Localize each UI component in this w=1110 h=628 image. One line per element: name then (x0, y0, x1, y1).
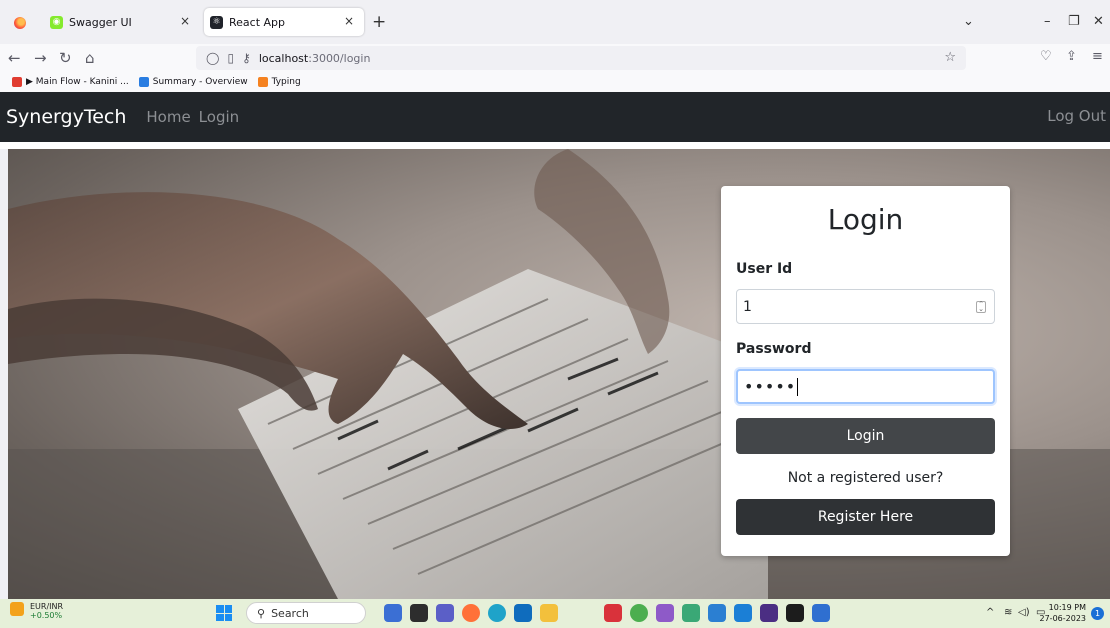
password-input[interactable]: ••••• (736, 369, 995, 404)
shield-icon[interactable]: ◯ (206, 51, 219, 65)
key-icon[interactable]: ⚷ (242, 51, 251, 65)
teams-chat-icon[interactable] (436, 604, 454, 622)
pocket-icon[interactable]: ♡ (1040, 49, 1052, 64)
forward-icon[interactable]: → (34, 49, 47, 67)
url-host: localhost (258, 51, 309, 65)
search-icon: ⚲ (257, 606, 266, 620)
bookmarks-bar: ▶ Main Flow - Kanini ... Summary - Overv… (0, 72, 1110, 92)
login-button[interactable]: Login (736, 418, 995, 454)
brand-logo[interactable]: SynergyTech (6, 106, 126, 128)
share-icon[interactable]: ⇪ (1066, 49, 1077, 64)
task-view-icon[interactable] (410, 604, 428, 622)
restore-icon[interactable]: ❐ (1068, 14, 1080, 29)
number-spinner-icon[interactable]: ⌃ ⌄ (976, 301, 986, 313)
bookmark-icon (12, 77, 22, 87)
firefox-taskbar-icon[interactable] (462, 604, 480, 622)
bookmark-summary-overview[interactable]: Summary - Overview (138, 77, 248, 87)
clock[interactable]: 10:19 PM 27-06-2023 (1040, 602, 1087, 624)
bookmark-label: Typing (271, 77, 301, 87)
close-tab-icon[interactable]: × (180, 14, 190, 28)
nav-link-home[interactable]: Home (146, 108, 190, 126)
login-card: Login User Id 1 ⌃ ⌄ Password ••••• Login … (721, 186, 1010, 556)
new-tab-button[interactable]: + (372, 12, 386, 32)
home-icon[interactable]: ⌂ (85, 49, 95, 67)
reload-icon[interactable]: ↻ (59, 49, 72, 67)
windows-taskbar: EUR/INR +0.50% ⚲ Search ^ ≋ ◁) ▭ 10:19 P… (0, 599, 1110, 628)
register-button[interactable]: Register Here (736, 499, 995, 535)
currency-widget[interactable]: EUR/INR +0.50% (10, 602, 63, 620)
close-window-icon[interactable]: ✕ (1093, 14, 1104, 29)
close-tab-icon[interactable]: × (344, 14, 354, 28)
bookmark-icon (138, 77, 149, 87)
command-prompt-icon[interactable] (786, 604, 804, 622)
bookmark-label: ▶ Main Flow - Kanini ... (26, 77, 129, 87)
back-icon[interactable]: ← (8, 49, 21, 67)
not-registered-text: Not a registered user? (787, 470, 944, 486)
user-id-label: User Id (736, 261, 793, 277)
notepad-icon[interactable] (708, 604, 726, 622)
bookmark-star-icon[interactable]: ☆ (944, 50, 956, 65)
windows-start-icon[interactable] (216, 605, 232, 621)
volume-icon[interactable]: ◁) (1018, 607, 1030, 618)
bookmark-typing[interactable]: Typing (257, 77, 301, 87)
react-favicon-icon: ⚛ (210, 15, 223, 29)
vscode-icon[interactable] (734, 604, 752, 622)
text-cursor (797, 377, 799, 396)
terminal-purple-icon[interactable] (760, 604, 778, 622)
menu-icon[interactable]: ≡ (1092, 49, 1103, 64)
firefox-icon[interactable] (14, 17, 26, 29)
password-value: ••••• (744, 377, 797, 396)
minimize-icon[interactable]: – (1044, 14, 1051, 29)
clock-date: 27-06-2023 (1039, 614, 1087, 623)
currency-icon (10, 602, 24, 616)
search-placeholder: Search (271, 606, 309, 620)
bookmark-label: Summary - Overview (152, 77, 248, 87)
whatsapp-icon[interactable] (630, 604, 648, 622)
user-id-value: 1 (743, 298, 752, 315)
currency-pair: EUR/INR (30, 602, 64, 611)
file-explorer-icon[interactable] (540, 604, 558, 622)
photos-icon[interactable] (812, 604, 830, 622)
currency-change: +0.50% (30, 611, 63, 620)
wps-office-icon[interactable] (604, 604, 622, 622)
taskbar-search[interactable]: ⚲ Search (246, 602, 366, 624)
visual-studio-icon[interactable] (656, 604, 674, 622)
bing-icon[interactable] (384, 604, 402, 622)
browser-tab-strip: ◉ Swagger UI × ⚛ React App × + ⌄ – ❐ ✕ (0, 0, 1110, 40)
url-bar[interactable]: ◯ ▯ ⚷ localhost:3000/login ☆ (196, 46, 966, 70)
notification-badge[interactable]: 1 (1091, 607, 1104, 620)
password-label: Password (736, 341, 812, 357)
url-path: :3000/login (308, 51, 371, 65)
user-id-input[interactable]: 1 ⌃ ⌄ (736, 289, 995, 324)
tab-react-app[interactable]: ⚛ React App × (204, 8, 364, 36)
logout-link[interactable]: Log Out (1047, 107, 1106, 125)
tab-swagger-ui[interactable]: ◉ Swagger UI × (40, 8, 200, 36)
bookmark-icon (257, 77, 268, 87)
chevron-up-icon[interactable]: ^ (986, 607, 994, 618)
app-icon[interactable] (682, 604, 700, 622)
tab-title: Swagger UI (69, 15, 132, 29)
tab-title: React App (229, 15, 286, 29)
divider (0, 142, 1110, 149)
bookmark-main-flow[interactable]: ▶ Main Flow - Kanini ... (12, 77, 129, 87)
edge-icon[interactable] (488, 604, 506, 622)
browser-toolbar: ← → ↻ ⌂ ◯ ▯ ⚷ localhost:3000/login ☆ ♡ ⇪… (0, 44, 1110, 72)
list-all-tabs-icon[interactable]: ⌄ (963, 14, 974, 29)
app-navbar: SynergyTech Home Login Log Out (0, 92, 1110, 142)
nav-link-login[interactable]: Login (199, 108, 239, 126)
mail-icon[interactable] (514, 604, 532, 622)
page-icon: ▯ (227, 51, 235, 65)
swagger-favicon-icon: ◉ (50, 15, 63, 29)
login-title: Login (827, 203, 904, 236)
clock-time: 10:19 PM (1048, 603, 1086, 612)
wifi-icon[interactable]: ≋ (1004, 607, 1012, 618)
